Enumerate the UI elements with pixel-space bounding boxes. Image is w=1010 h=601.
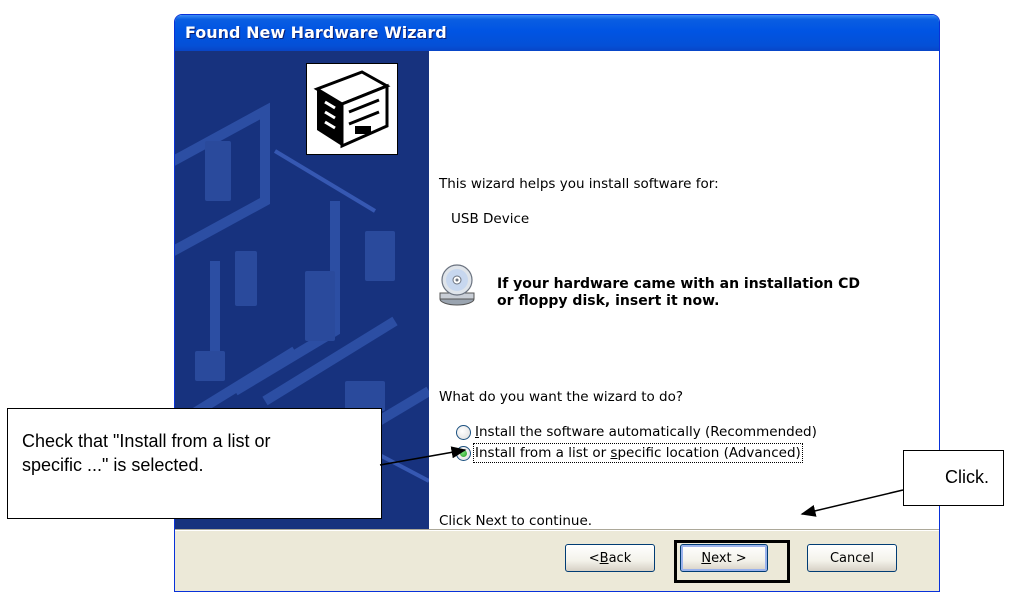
- callout-click: Click.: [903, 450, 1004, 506]
- continue-hint: Click Next to continue.: [439, 513, 593, 529]
- intro-text: This wizard helps you install software f…: [439, 176, 719, 192]
- callout-left-line1: Check that "Install from a list or: [22, 431, 271, 451]
- option-label: Install the software automatically (Reco…: [475, 424, 817, 440]
- window-title: Found New Hardware Wizard: [185, 23, 447, 42]
- radio-button-selected[interactable]: [456, 445, 471, 461]
- title-bar[interactable]: Found New Hardware Wizard: [175, 15, 939, 51]
- device-name: USB Device: [451, 211, 530, 227]
- cd-drive-icon: [439, 263, 479, 307]
- cd-prompt-line2: or floppy disk, insert it now.: [497, 293, 720, 309]
- cancel-button[interactable]: Cancel: [807, 544, 897, 572]
- question-text: What do you want the wizard to do?: [439, 389, 684, 405]
- wizard-content: This wizard helps you install software f…: [429, 51, 939, 529]
- option-label: Install from a list or specific location…: [473, 443, 803, 463]
- option-install-automatically[interactable]: Install the software automatically (Reco…: [456, 424, 817, 440]
- callout-left-line2: specific ..." is selected.: [22, 455, 204, 475]
- cd-prompt: If your hardware came with an installati…: [497, 276, 917, 310]
- next-button-highlight-box: [674, 540, 790, 583]
- radio-button-unselected[interactable]: [456, 424, 471, 440]
- back-button[interactable]: < Back: [565, 544, 655, 572]
- hardware-card-icon: [306, 63, 398, 155]
- cd-prompt-line1: If your hardware came with an installati…: [497, 276, 861, 292]
- bottom-separator: [175, 529, 939, 531]
- option-install-from-list[interactable]: Install from a list or specific location…: [456, 443, 803, 463]
- callout-check-option: Check that "Install from a list or speci…: [7, 408, 382, 519]
